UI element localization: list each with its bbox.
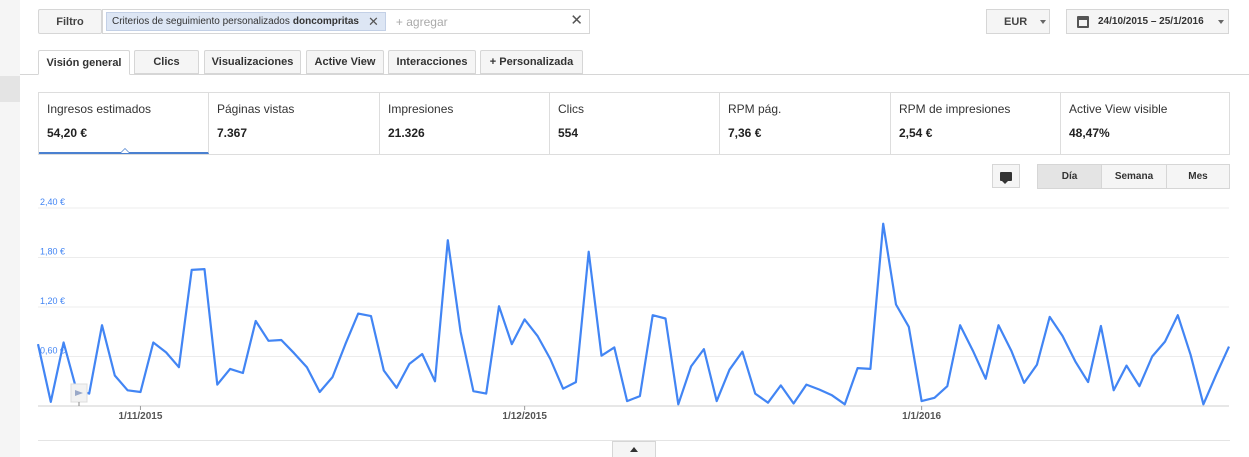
tab-interacciones[interactable]: Interacciones — [388, 50, 476, 74]
period-mes-button[interactable]: Mes — [1166, 164, 1230, 189]
period-semana-button[interactable]: Semana — [1101, 164, 1167, 189]
comment-icon — [1000, 171, 1012, 184]
left-gutter — [0, 0, 20, 457]
filter-input[interactable]: Criterios de seguimiento personalizados … — [102, 9, 590, 34]
chevron-down-icon — [1218, 20, 1224, 24]
remove-chip-icon[interactable]: ✕ — [368, 15, 379, 28]
tab-vision-general[interactable]: Visión general — [38, 50, 130, 75]
tab-personalizada[interactable]: + Personalizada — [480, 50, 583, 74]
expand-up-icon — [630, 447, 638, 452]
date-range-value: 24/10/2015 – 25/1/2016 — [1098, 16, 1204, 27]
tab-clics[interactable]: Clics — [134, 50, 199, 74]
metric-cards: Ingresos estimados 54,20 € Páginas vista… — [38, 92, 1230, 155]
metric-card-clics[interactable]: Clics 554 — [550, 93, 720, 154]
metric-card-paginas-vistas[interactable]: Páginas vistas 7.367 — [209, 93, 380, 154]
filter-button[interactable]: Filtro — [38, 9, 102, 34]
revenue-line-chart: 2,40 €1,80 €1,20 €0,60 €1/11/2015 1/12/20… — [36, 197, 1231, 422]
metric-label: Impresiones — [388, 102, 454, 116]
metric-label: Clics — [558, 102, 584, 116]
metric-label: Páginas vistas — [217, 102, 295, 116]
chevron-down-icon — [1040, 20, 1046, 24]
metric-card-impresiones[interactable]: Impresiones 21.326 — [380, 93, 550, 154]
tab-visualizaciones[interactable]: Visualizaciones — [204, 50, 301, 74]
metric-label: Ingresos estimados — [47, 102, 152, 116]
tab-divider — [20, 74, 1249, 75]
filter-chip: Criterios de seguimiento personalizados … — [106, 12, 386, 31]
metric-card-rpm-impresiones[interactable]: RPM de impresiones 2,54 € — [891, 93, 1061, 154]
metric-card-ingresos[interactable]: Ingresos estimados 54,20 € — [39, 93, 209, 154]
x-tick-label: 1/12/2015 — [502, 411, 547, 422]
metric-value: 2,54 € — [899, 126, 933, 140]
metric-value: 54,20 € — [47, 126, 88, 140]
metric-value: 21.326 — [388, 126, 425, 140]
tab-active-view[interactable]: Active View — [306, 50, 384, 74]
expand-button[interactable] — [612, 441, 656, 457]
metric-value: 554 — [558, 126, 579, 140]
y-tick-label: 2,40 € — [40, 197, 65, 207]
date-range-picker[interactable]: 24/10/2015 – 25/1/2016 — [1066, 9, 1229, 34]
currency-select[interactable]: EUR — [986, 9, 1050, 34]
currency-value: EUR — [1004, 15, 1028, 28]
metric-card-active-view[interactable]: Active View visible 48,47% — [1061, 93, 1229, 154]
series-line — [36, 222, 1231, 406]
clear-filter-icon[interactable]: ✕ — [570, 13, 583, 28]
gutter-block — [0, 76, 20, 102]
metric-label: Active View visible — [1069, 102, 1168, 116]
metric-label: RPM de impresiones — [899, 102, 1011, 116]
filter-chip-prefix: Criterios de seguimiento personalizados — [112, 16, 290, 27]
y-tick-label: 1,80 € — [40, 247, 65, 257]
annotation-button[interactable] — [992, 164, 1020, 188]
x-tick-label: 1/11/2015 — [118, 411, 162, 422]
x-tick-label: 1/1/2016 — [902, 411, 941, 422]
filter-chip-value: doncompritas — [292, 16, 359, 27]
y-tick-label: 1,20 € — [40, 296, 65, 306]
active-indicator — [120, 148, 130, 153]
metric-label: RPM pág. — [728, 102, 782, 116]
metric-value: 48,47% — [1069, 126, 1110, 140]
period-dia-button[interactable]: Día — [1037, 164, 1102, 189]
metric-card-rpm-pag[interactable]: RPM pág. 7,36 € — [720, 93, 891, 154]
metric-value: 7,36 € — [728, 126, 762, 140]
metric-value: 7.367 — [217, 126, 248, 140]
add-filter-placeholder[interactable]: + agregar — [396, 15, 448, 29]
calendar-icon — [1077, 16, 1089, 28]
